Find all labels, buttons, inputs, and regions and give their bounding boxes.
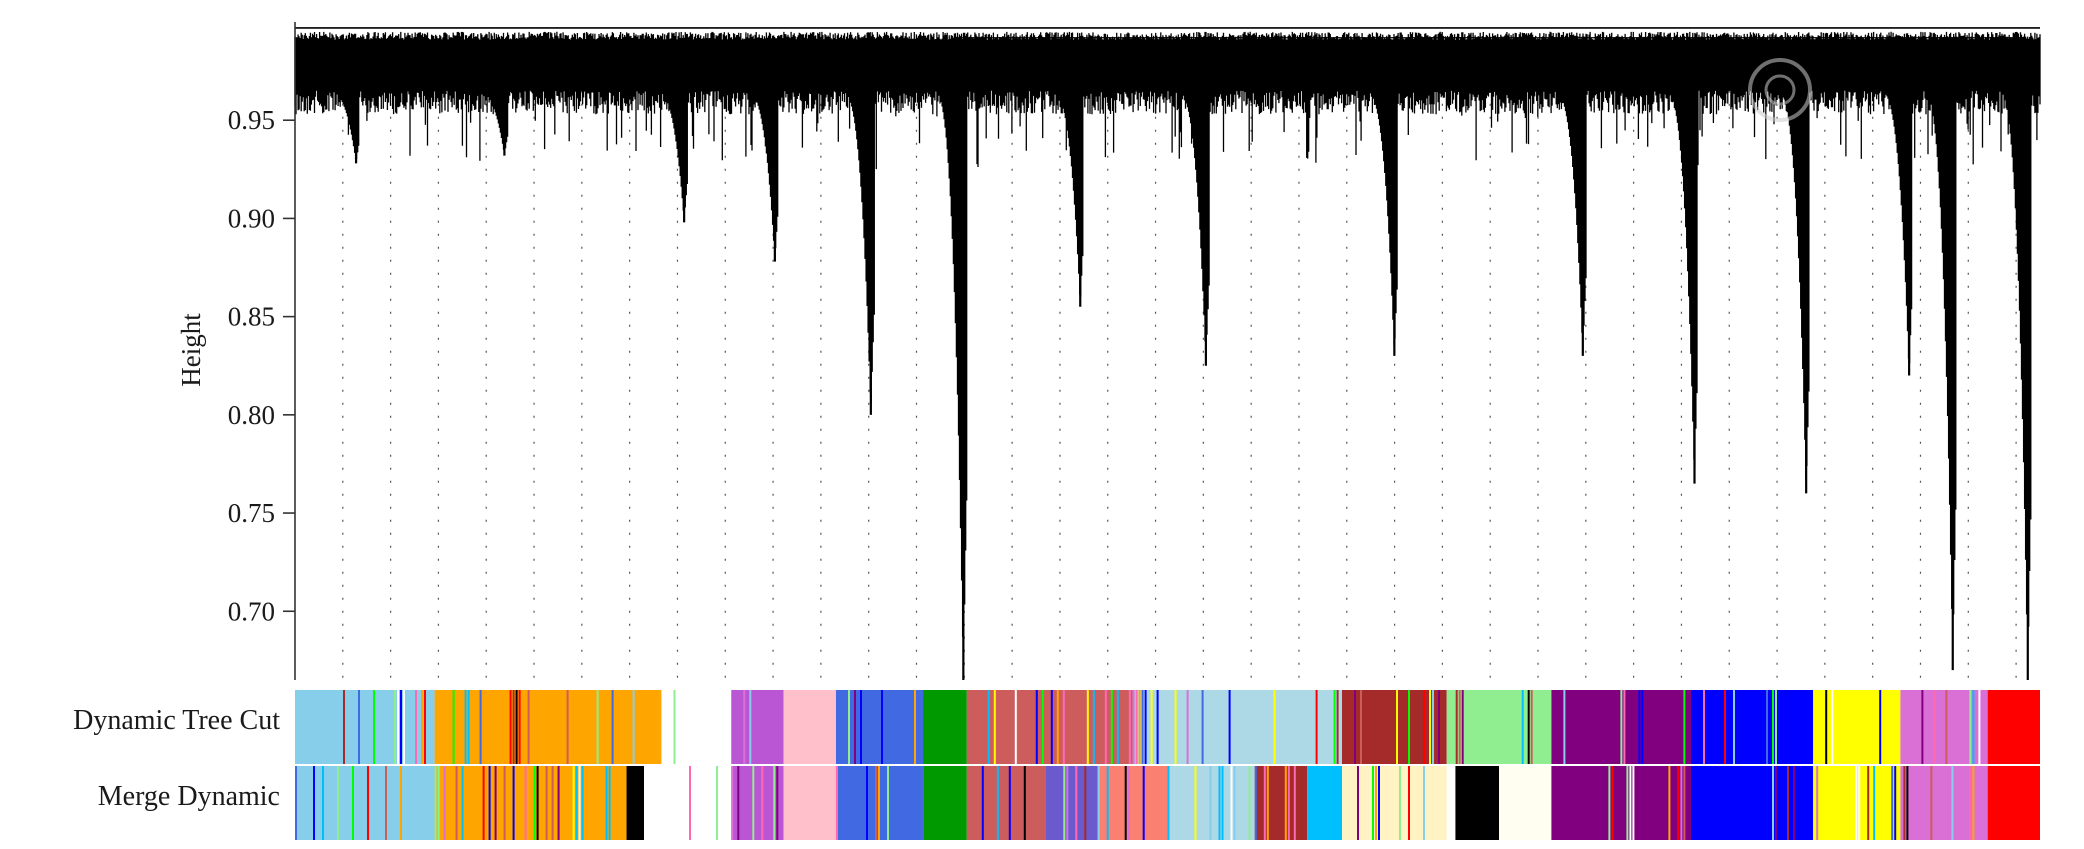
y-tick-label-2: 0.80 — [228, 400, 275, 430]
track-label-dynamic-tree-cut: Dynamic Tree Cut — [73, 705, 280, 736]
dendrogram-figure: 0.70 0.75 0.80 0.85 0.90 0.95 Height Dynamic … — [73, 22, 2041, 840]
color-segment-0-14 — [1900, 690, 1988, 764]
color-segment-1-9 — [1045, 766, 1098, 840]
color-segment-0-15 — [1987, 690, 2040, 764]
y-tick-label-1: 0.75 — [228, 498, 275, 528]
y-tick-label-0: 0.70 — [228, 596, 275, 626]
color-segment-1-5 — [783, 766, 836, 840]
color-segment-1-8 — [966, 766, 1046, 840]
dendrogram-leaves — [294, 31, 2041, 674]
color-track-1 — [295, 766, 2040, 840]
color-segment-1-12 — [1254, 766, 1308, 840]
color-segment-0-6 — [923, 690, 967, 764]
color-segment-0-3 — [731, 690, 784, 764]
color-segment-0-12 — [1691, 690, 1814, 764]
color-segment-1-2 — [626, 766, 644, 840]
y-tick-label-4: 0.90 — [228, 203, 275, 233]
y-tick-label-5: 0.95 — [228, 105, 275, 135]
color-segment-1-21 — [1987, 766, 2040, 840]
color-segment-1-16 — [1499, 766, 1552, 840]
color-segment-1-15 — [1455, 766, 1500, 840]
color-segment-0-7 — [966, 690, 1133, 764]
color-segment-1-3 — [644, 766, 732, 840]
module-color-tracks — [295, 690, 2040, 840]
dendrogram-tree — [294, 27, 2041, 680]
y-axis: 0.70 0.75 0.80 0.85 0.90 0.95 — [228, 22, 296, 680]
color-segment-0-4 — [783, 690, 836, 764]
track-labels: Dynamic Tree Cut Merge Dynamic — [73, 705, 280, 812]
color-track-0 — [295, 690, 2040, 764]
color-segment-0-8 — [1132, 690, 1342, 764]
color-segment-1-13 — [1307, 766, 1342, 840]
y-axis-label: Height — [176, 313, 206, 387]
color-segment-0-0 — [295, 690, 435, 764]
vertical-gridlines — [342, 90, 2017, 680]
color-segment-0-2 — [661, 690, 732, 764]
track-label-merge-dynamic: Merge Dynamic — [98, 781, 280, 812]
y-tick-label-3: 0.85 — [228, 302, 275, 332]
color-segment-1-7 — [923, 766, 967, 840]
color-segment-1-20 — [1900, 766, 1988, 840]
